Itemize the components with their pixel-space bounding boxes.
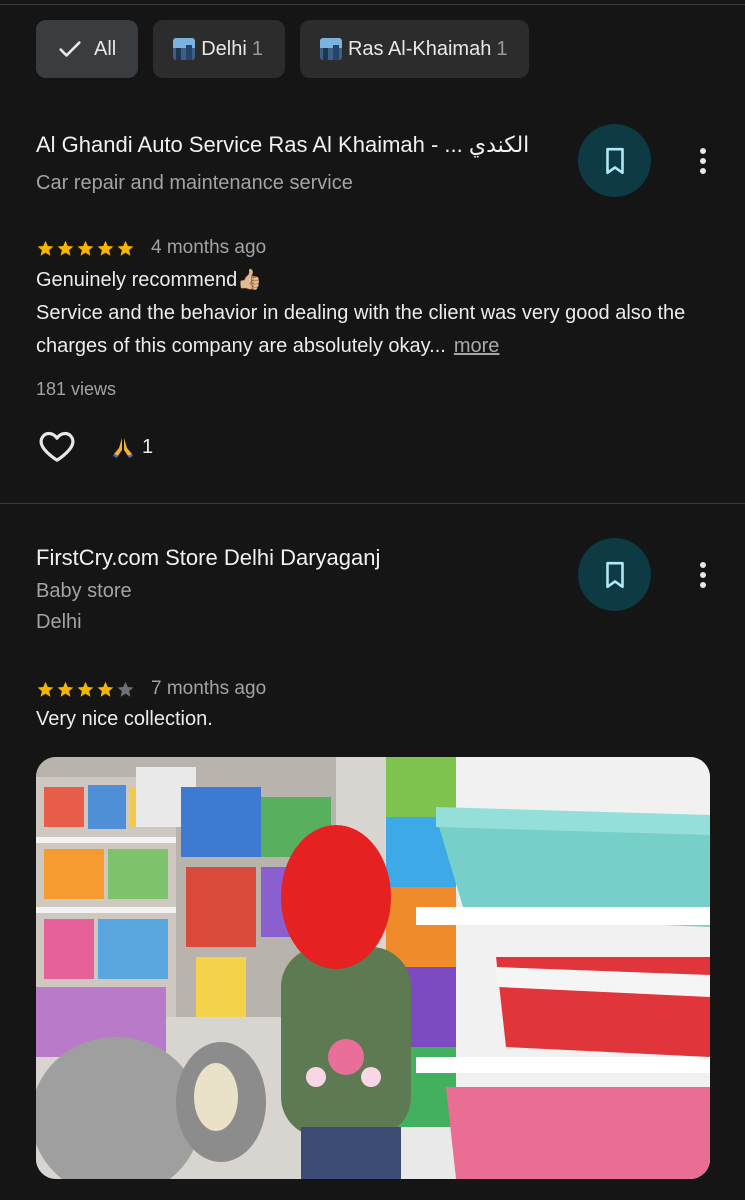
view-count: 181 views [36,379,117,399]
more-options-button[interactable] [690,555,716,595]
review-text: Very nice collection. [36,703,716,736]
place-name[interactable]: Al Ghandi Auto Service Ras Al Khaimah - … [36,132,529,158]
filter-chip-delhi[interactable]: Delhi 1 [153,20,285,78]
place-category: Car repair and maintenance service [36,172,353,194]
filter-chip-ras-al-khaimah[interactable]: Ras Al-Khaimah 1 [299,20,530,78]
place-name[interactable]: FirstCry.com Store Delhi Daryaganj [36,545,380,571]
bookmark-icon [605,561,624,588]
reaction-summary[interactable]: 1 [110,434,153,460]
star-filled-icon [77,240,94,256]
star-filled-icon [37,240,54,256]
more-link[interactable]: more [454,335,500,357]
star-rating [36,680,135,699]
save-button[interactable] [578,124,651,197]
star-filled-icon [37,681,54,697]
review-text-line: Genuinely recommend👍🏼 [36,269,263,291]
bookmark-icon [605,147,624,174]
filter-chips: All Delhi 1 Ras Al-Khaimah 1 [36,20,530,78]
review-text-snippet: Service and the behavior in dealing with… [36,302,686,357]
filter-chip-count: 1 [251,37,263,60]
dot [700,582,706,588]
review-card: Al Ghandi Auto Service Ras Al Khaimah - … [0,100,745,504]
review-text-body: Service and the behavior in dealing with… [36,297,716,363]
star-filled-icon [97,240,114,256]
review-time: 4 months ago [151,237,267,258]
reaction-count: 1 [142,435,154,458]
rating-row: 4 months ago [36,237,266,259]
rating-row: 7 months ago [36,678,266,700]
heart-icon[interactable] [37,426,77,466]
star-filled-icon [57,681,74,697]
store-photo-illustration [36,757,710,1179]
star-filled-icon [77,681,94,697]
dot [700,158,706,164]
filter-chip-label: Delhi [201,37,247,60]
dot [700,148,706,154]
star-filled-icon [97,681,114,697]
top-divider [0,4,745,5]
cityscape-icon [319,38,342,60]
review-text: Genuinely recommend👍🏼 Service and the be… [36,264,716,363]
review-time: 7 months ago [151,678,267,699]
review-text-line: Very nice collection. [36,708,213,730]
more-options-button[interactable] [690,141,716,181]
cityscape-icon [173,38,196,60]
save-button[interactable] [578,538,651,611]
dot [700,572,706,578]
filter-chip-label: All [94,37,117,60]
folded-hands-icon [113,438,133,458]
place-location: Delhi [36,611,82,633]
review-card: FirstCry.com Store Delhi Daryaganj Baby … [0,505,745,1200]
review-photo[interactable] [36,757,710,1179]
check-icon [59,41,81,57]
star-empty-icon [117,681,134,697]
star-rating [36,239,135,258]
place-category: Baby store [36,580,132,602]
filter-chip-count: 1 [496,37,508,60]
star-filled-icon [117,240,134,256]
filter-chip-all[interactable]: All [36,20,139,78]
dot [700,168,706,174]
filter-chip-label: Ras Al-Khaimah [347,37,492,60]
dot [700,562,706,568]
star-filled-icon [57,240,74,256]
